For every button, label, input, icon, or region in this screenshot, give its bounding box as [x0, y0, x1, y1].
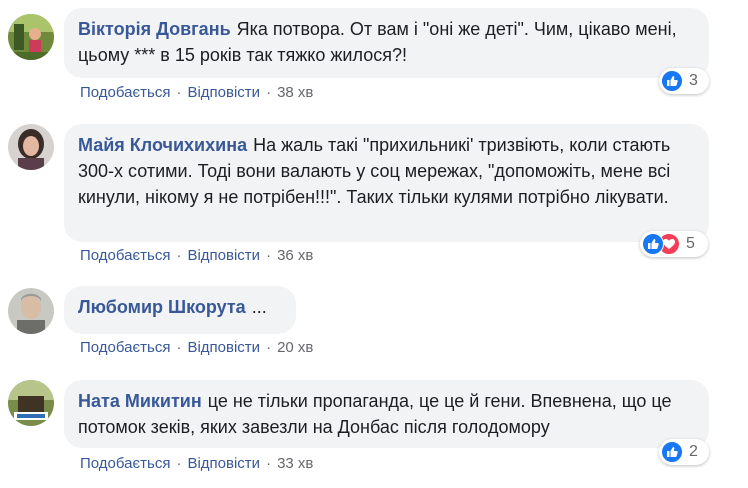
- comment-author-link[interactable]: Любомир Шкорута: [78, 297, 246, 317]
- like-reaction-icon: [642, 233, 664, 255]
- separator-dot: ·: [266, 339, 272, 356]
- comment-bubble: Майя Клочихихина На жаль такі "прихильник…: [64, 124, 709, 242]
- reply-button[interactable]: Відповісти: [187, 455, 260, 472]
- comment-author-link[interactable]: Ната Микитин: [78, 391, 202, 411]
- comment-actions: Подобається · Відповісти · 36 хв: [80, 247, 313, 264]
- separator-dot: ·: [176, 247, 182, 264]
- comment-timestamp[interactable]: 36 хв: [277, 247, 313, 264]
- comment-timestamp[interactable]: 38 хв: [277, 84, 313, 101]
- comment-author-link[interactable]: Вікторія Довгань: [78, 19, 231, 39]
- comment-bubble: Ната Микитин це не тільки пропаганда, це …: [64, 380, 709, 448]
- avatar[interactable]: [8, 380, 54, 426]
- like-button[interactable]: Подобається: [80, 455, 170, 472]
- comment-bubble: Вікторія Довгань Яка потвора. От вам і "о…: [64, 8, 709, 78]
- like-button[interactable]: Подобається: [80, 247, 170, 264]
- comment-bubble: Любомир Шкорута...: [64, 286, 296, 334]
- reply-button[interactable]: Відповісти: [187, 247, 260, 264]
- reactions-badge[interactable]: 3: [659, 68, 709, 94]
- comment-actions: Подобається · Відповісти · 20 хв: [80, 339, 313, 356]
- reaction-count: 2: [689, 443, 698, 460]
- comment-timestamp[interactable]: 33 хв: [277, 455, 313, 472]
- avatar[interactable]: [8, 288, 54, 334]
- separator-dot: ·: [266, 84, 272, 101]
- comment-actions: Подобається · Відповісти · 33 хв: [80, 455, 313, 472]
- like-reaction-icon: [661, 441, 683, 463]
- separator-dot: ·: [266, 455, 272, 472]
- separator-dot: ·: [176, 455, 182, 472]
- avatar[interactable]: [8, 124, 54, 170]
- comment-actions: Подобається · Відповісти · 38 хв: [80, 84, 313, 101]
- reactions-badge[interactable]: 2: [659, 439, 709, 465]
- like-button[interactable]: Подобається: [80, 339, 170, 356]
- like-reaction-icon: [661, 70, 683, 92]
- reaction-count: 5: [686, 235, 695, 252]
- comment-timestamp[interactable]: 20 хв: [277, 339, 313, 356]
- reply-button[interactable]: Відповісти: [187, 339, 260, 356]
- reaction-count: 3: [689, 72, 698, 89]
- avatar[interactable]: [8, 14, 54, 60]
- comment-text: ...: [251, 297, 267, 317]
- reactions-badge[interactable]: 5: [640, 231, 708, 257]
- reply-button[interactable]: Відповісти: [187, 84, 260, 101]
- separator-dot: ·: [266, 247, 272, 264]
- like-button[interactable]: Подобається: [80, 84, 170, 101]
- separator-dot: ·: [176, 339, 182, 356]
- comment-author-link[interactable]: Майя Клочихихина: [78, 135, 247, 155]
- separator-dot: ·: [176, 84, 182, 101]
